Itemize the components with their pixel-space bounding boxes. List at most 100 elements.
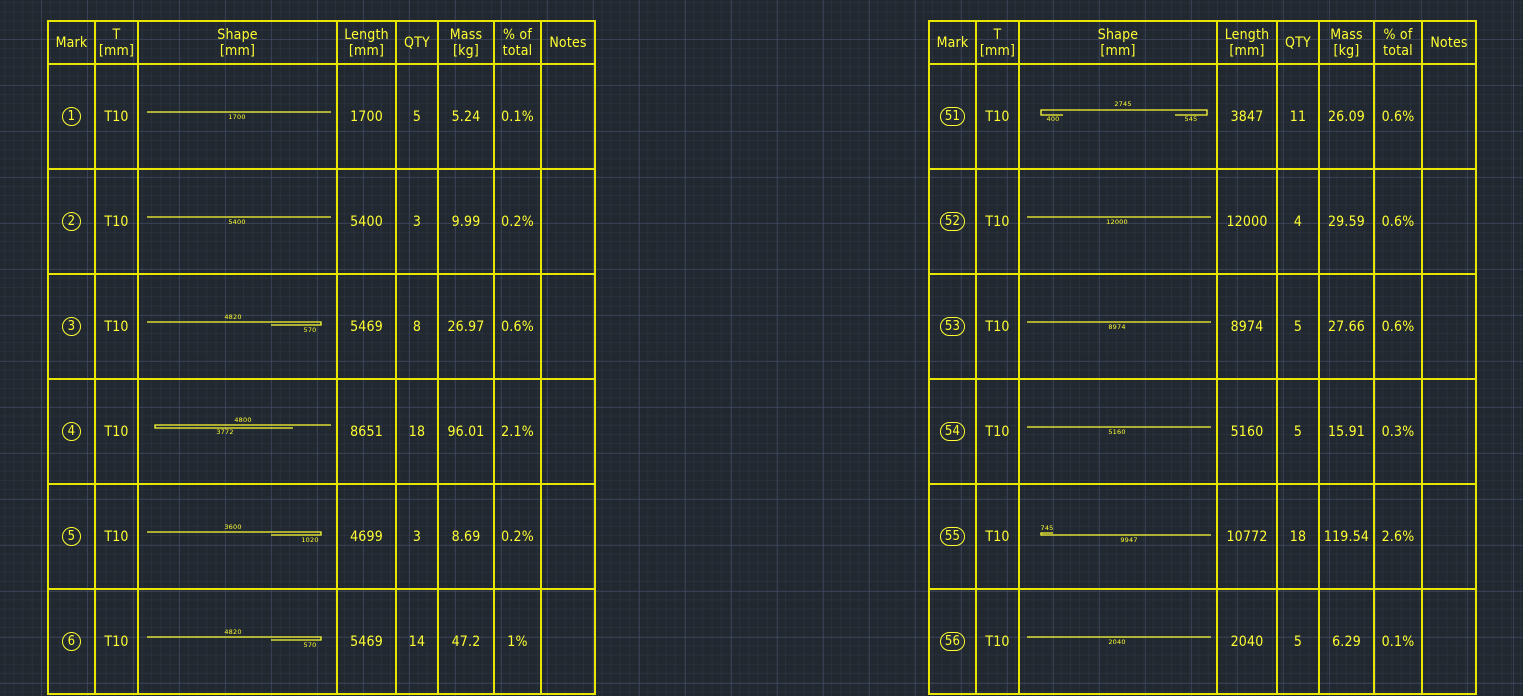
- cell-qty: 3: [395, 483, 439, 590]
- dimension-label: 1700: [228, 113, 245, 121]
- cell-length: 2040: [1216, 588, 1278, 695]
- header-row: Mark T [mm] Shape [mm] Length [mm] QTY Mass…: [928, 20, 1477, 65]
- bar-schedule-left: Mark T [mm] Shape [mm] Length [mm] QTY Mass…: [47, 20, 596, 695]
- header-mark: Mark: [928, 20, 977, 65]
- cell-notes: [540, 483, 596, 590]
- dimension-label: 4820: [224, 313, 241, 321]
- cell-length: 4699: [336, 483, 397, 590]
- cell-qty: 8: [395, 273, 439, 380]
- bar-line: [146, 530, 322, 536]
- cell-mass: 29.59: [1318, 168, 1375, 275]
- cell-mass: 6.29: [1318, 588, 1375, 695]
- cell-t: T10: [975, 588, 1020, 695]
- dimension-label: 8974: [1108, 323, 1125, 331]
- header-notes: Notes: [540, 20, 596, 65]
- header-pct-l1: % of: [1383, 26, 1413, 43]
- mark-circle: 3: [62, 317, 81, 336]
- header-shape-l1: Shape: [1097, 26, 1139, 43]
- cell-length: 1700: [336, 63, 397, 170]
- bar-shape-drawing: 4820 570: [146, 313, 322, 334]
- cell-shape: 745 9947: [1018, 483, 1218, 590]
- cell-t: T10: [94, 378, 139, 485]
- cell-qty: 3: [395, 168, 439, 275]
- bar-line: [1040, 531, 1211, 536]
- dimension-label: 1020: [301, 536, 318, 544]
- cell-notes: [540, 588, 596, 695]
- cell-mark: 6: [47, 588, 96, 695]
- bar-shape-drawing: 12000: [1027, 215, 1211, 226]
- table-row: 3 T10 4820 570 5469 8 26.97 0.6%: [47, 273, 596, 380]
- cell-mass: 26.97: [437, 273, 495, 380]
- dimension-label: 570: [303, 326, 316, 334]
- cell-notes: [1421, 168, 1477, 275]
- mark-circle: 52: [940, 212, 965, 231]
- header-t: T [mm]: [975, 20, 1020, 65]
- bar-shape-drawing: 2040: [1027, 635, 1211, 646]
- header-shape-l2: [mm]: [219, 42, 256, 59]
- cell-qty: 5: [1276, 273, 1320, 380]
- cell-notes: [540, 378, 596, 485]
- bar-shape-drawing: 745 9947: [1040, 524, 1211, 544]
- bar-shape-drawing: 2745 400 545: [1040, 100, 1208, 123]
- header-shape: Shape [mm]: [1018, 20, 1218, 65]
- header-t-l1: T: [112, 26, 121, 43]
- mark-circle: 5: [62, 527, 81, 546]
- cell-mark: 4: [47, 378, 96, 485]
- cell-qty: 5: [395, 63, 439, 170]
- bar-line: [153, 423, 331, 429]
- bar-shape-drawing: 5400: [146, 215, 331, 226]
- header-mass-l1: Mass: [449, 26, 483, 43]
- header-mass: Mass [kg]: [1318, 20, 1375, 65]
- bar-shape-drawing: 3600 1020: [146, 523, 322, 544]
- mark-circle: 6: [62, 632, 81, 651]
- header-shape-l2: [mm]: [1100, 42, 1136, 59]
- cell-mass: 119.54: [1318, 483, 1375, 590]
- header-shape-l1: Shape: [217, 26, 258, 43]
- cell-length: 3847: [1216, 63, 1278, 170]
- cell-t: T10: [94, 588, 139, 695]
- cell-shape: 2745 400 545: [1018, 63, 1218, 170]
- header-mass-l2: [kg]: [453, 42, 479, 59]
- table-row: 6 T10 4820 570 5469 14 47.2 1%: [47, 588, 596, 695]
- cell-shape: 4820 570: [137, 273, 338, 380]
- cell-pct: 0.1%: [493, 63, 542, 170]
- header-pct: % of total: [1373, 20, 1423, 65]
- header-length: Length [mm]: [1216, 20, 1278, 65]
- header-pct: % of total: [493, 20, 542, 65]
- cell-pct: 2.6%: [1373, 483, 1423, 590]
- cell-notes: [1421, 63, 1477, 170]
- table-row: 51 T10 2745 400 545 3847 11 26.09 0.6%: [928, 63, 1477, 170]
- cell-length: 10772: [1216, 483, 1278, 590]
- cell-mark: 54: [928, 378, 977, 485]
- schedule-table-left: Mark T [mm] Shape [mm] Length [mm] QTY Mass…: [47, 20, 596, 695]
- table-row: 1 T10 1700 1700 5 5.24 0.1%: [47, 63, 596, 170]
- bar-line: [1040, 108, 1208, 116]
- cell-pct: 0.6%: [1373, 63, 1423, 170]
- cell-pct: 0.3%: [1373, 378, 1423, 485]
- table-row: 53 T10 8974 8974 5 27.66 0.6%: [928, 273, 1477, 380]
- cell-notes: [540, 168, 596, 275]
- bar-schedule-right: Mark T [mm] Shape [mm] Length [mm] QTY Mass…: [928, 20, 1477, 695]
- table-row: 4 T10 4800 3772 8651 18 96.01 2.1%: [47, 378, 596, 485]
- bar-shape-drawing: 8974: [1027, 320, 1211, 331]
- cell-pct: 1%: [493, 588, 542, 695]
- dimension-label: 745: [1040, 524, 1053, 532]
- cell-length: 12000: [1216, 168, 1278, 275]
- cell-mark: 52: [928, 168, 977, 275]
- table-row: 52 T10 12000 12000 4 29.59 0.6%: [928, 168, 1477, 275]
- dimension-label: 9947: [1120, 536, 1137, 544]
- dimension-label: 4800: [234, 416, 251, 424]
- header-t: T [mm]: [94, 20, 139, 65]
- bar-shape-drawing: 48003772: [153, 416, 331, 436]
- header-shape: Shape [mm]: [137, 20, 338, 65]
- bar-shape-drawing: 1700: [146, 110, 331, 121]
- cell-t: T10: [975, 273, 1020, 380]
- cell-mark: 3: [47, 273, 96, 380]
- cell-notes: [1421, 273, 1477, 380]
- cell-qty: 5: [1276, 378, 1320, 485]
- cell-mark: 56: [928, 588, 977, 695]
- dimension-label: 3772: [216, 428, 233, 436]
- cell-qty: 18: [395, 378, 439, 485]
- cell-pct: 0.6%: [1373, 273, 1423, 380]
- cell-shape: 5160: [1018, 378, 1218, 485]
